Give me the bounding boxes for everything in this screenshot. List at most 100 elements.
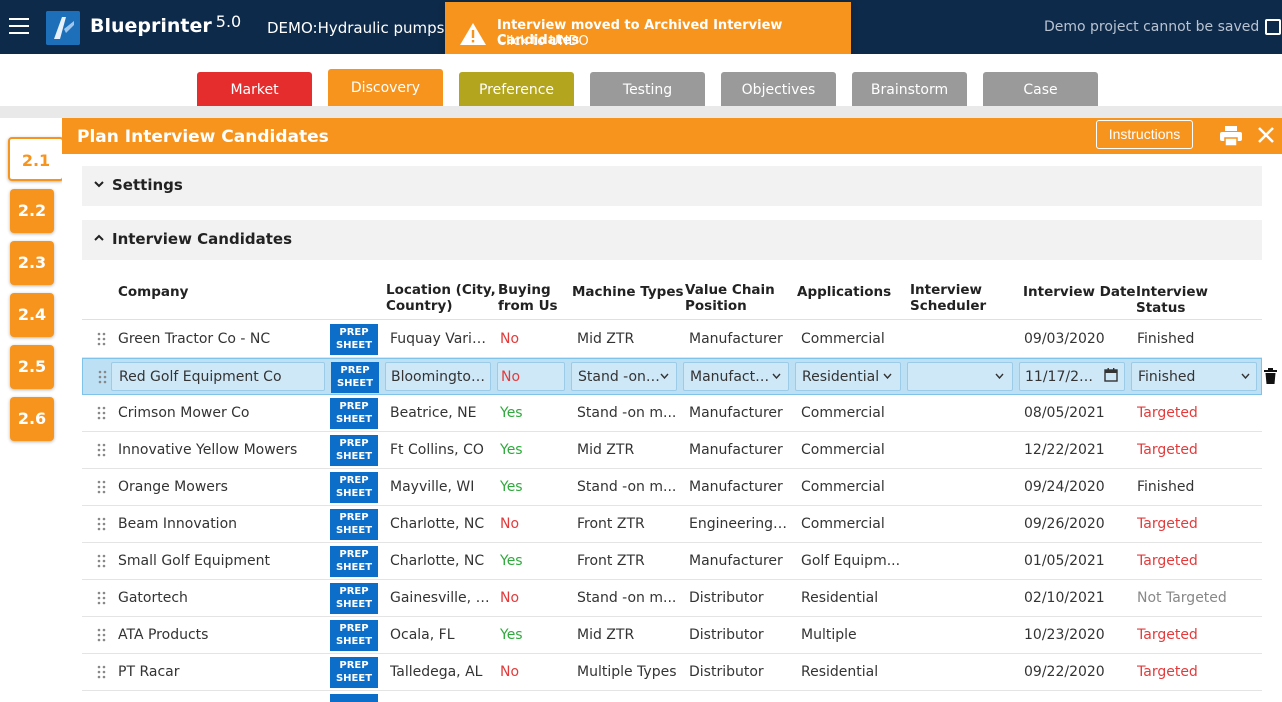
location[interactable]: Fuquay Varin... [390,331,490,347]
drag-handle-icon[interactable] [97,665,107,679]
value-chain-position[interactable]: Manufacturer [689,331,789,347]
project-name[interactable]: DEMO:Hydraulic pumps fo [267,19,464,37]
toast-undo-link[interactable]: Click to UNDO [497,34,589,49]
application[interactable]: Residential [801,590,901,606]
table-row[interactable]: Green Tractor Co - NC PREP SHEET Fuquay V… [82,321,1262,358]
application[interactable]: Residential [801,664,901,680]
value-chain-position[interactable]: Manufacturer [689,553,789,569]
value-chain-position[interactable]: Distributor [689,664,789,680]
prep-sheet-button[interactable]: PREP SHEET [330,324,378,355]
side-step-2-3[interactable]: 2.3 [10,241,54,285]
value-chain-position[interactable]: Distributor [689,627,789,643]
drag-handle-icon[interactable] [97,406,107,420]
location[interactable]: Charlotte, NC [390,553,490,569]
col-location[interactable]: Location (City, Country) [386,282,496,314]
interview-date[interactable]: 08/05/2021 [1024,405,1124,421]
application[interactable]: Golf Equipm... [801,553,901,569]
trash-icon[interactable] [1264,368,1277,384]
location[interactable]: Ocala, FL [390,627,490,643]
interview-status[interactable]: Finished [1137,331,1247,347]
machine-type[interactable]: Mid ZTR [577,331,677,347]
company-name[interactable]: Green Tractor Co - NC [118,331,323,347]
company-name[interactable]: Small Golf Equipment [118,553,323,569]
drag-handle-icon[interactable] [98,370,108,384]
prep-sheet-button[interactable]: PREP SHEET [331,362,379,393]
col-applications[interactable]: Applications [797,284,891,300]
interview-status[interactable]: Finished [1137,479,1247,495]
tab-discovery[interactable]: Discovery [328,69,443,108]
buying-from-us[interactable]: Yes [500,627,560,643]
prep-sheet-button[interactable]: PREP SHEET [330,583,378,614]
company-name[interactable]: Gatortech [118,590,323,606]
buying-from-us[interactable]: Yes [500,553,560,569]
col-scheduler[interactable]: Interview Scheduler [910,282,986,314]
drag-handle-icon[interactable] [97,591,107,605]
drag-handle-icon[interactable] [97,554,107,568]
prep-sheet-button[interactable]: PREP SHEET [330,546,378,577]
side-step-2-4[interactable]: 2.4 [10,293,54,337]
interview-date[interactable]: 09/26/2020 [1024,516,1124,532]
company-name[interactable]: Beam Innovation [118,516,323,532]
interview-status[interactable]: Targeted [1137,516,1247,532]
value-chain-position[interactable]: Distributor [689,590,789,606]
value-chain-position[interactable]: Manufacturer [689,442,789,458]
instructions-button[interactable]: Instructions [1096,120,1193,149]
location[interactable]: Gainesville, FL [390,590,490,606]
machine-type[interactable]: Front ZTR [577,553,677,569]
prep-sheet-button[interactable]: PREP SHEET [330,472,378,503]
buying-from-us[interactable]: Yes [500,479,560,495]
prep-sheet-button[interactable] [330,694,378,702]
company-name[interactable]: Orange Mowers [118,479,323,495]
tab-case[interactable]: Case [983,72,1098,108]
machine-type[interactable]: Mid ZTR [577,627,677,643]
buying-from-us[interactable]: No [500,664,560,680]
drag-handle-icon[interactable] [97,332,107,346]
table-row-partial[interactable] [82,691,1262,702]
interview-status[interactable]: Targeted [1137,405,1247,421]
interview-date[interactable]: 09/24/2020 [1024,479,1124,495]
machine-type[interactable]: Stand -on m... [577,405,677,421]
col-interview-date[interactable]: Interview Date [1023,284,1136,300]
table-row[interactable]: ATA Products PREP SHEET Ocala, FL Yes Mid… [82,617,1262,654]
company-name[interactable]: Crimson Mower Co [118,405,323,421]
table-row[interactable]: PT Racar PREP SHEET Talledega, AL No Mult… [82,654,1262,691]
table-row-selected[interactable]: Red Golf Equipment Co PREP SHEET Blooming… [82,358,1262,395]
col-interview-status[interactable]: Interview Status [1136,284,1262,316]
machine-type[interactable]: Stand -on m... [577,479,677,495]
buying-from-us[interactable]: Yes [500,405,560,421]
tab-market[interactable]: Market [197,72,312,108]
exit-icon[interactable] [1265,19,1281,35]
table-row[interactable]: Crimson Mower Co PREP SHEET Beatrice, NE … [82,395,1262,432]
table-row[interactable]: Gatortech PREP SHEET Gainesville, FL No S… [82,580,1262,617]
menu-icon[interactable] [9,18,29,34]
interview-date[interactable]: 01/05/2021 [1024,553,1124,569]
location[interactable]: Bloomington... [391,369,487,385]
buying-from-us[interactable]: Yes [500,442,560,458]
value-chain-position[interactable]: Engineering ... [689,516,789,532]
application[interactable]: Commercial [801,331,901,347]
interview-date[interactable]: 09/03/2020 [1024,331,1124,347]
drag-handle-icon[interactable] [97,517,107,531]
machine-type[interactable]: Front ZTR [577,516,677,532]
side-step-2-6[interactable]: 2.6 [10,397,54,441]
interview-date[interactable]: 12/22/2021 [1024,442,1124,458]
buying-from-us[interactable]: No [500,590,560,606]
close-icon[interactable] [1257,126,1275,144]
side-step-2-5[interactable]: 2.5 [10,345,54,389]
buying-from-us[interactable]: No [500,331,560,347]
location[interactable]: Charlotte, NC [390,516,490,532]
calendar-icon[interactable] [1104,368,1118,382]
tab-preference[interactable]: Preference [459,72,574,108]
prep-sheet-button[interactable]: PREP SHEET [330,435,378,466]
interview-date[interactable]: 09/22/2020 [1024,664,1124,680]
prep-sheet-button[interactable]: PREP SHEET [330,657,378,688]
application[interactable]: Commercial [801,405,901,421]
machine-type[interactable]: Stand -on m... [577,590,677,606]
company-name[interactable]: PT Racar [118,664,323,680]
machine-type[interactable]: Multiple Types [577,664,677,680]
application[interactable]: Commercial [801,442,901,458]
prep-sheet-button[interactable]: PREP SHEET [330,620,378,651]
tab-testing[interactable]: Testing [590,72,705,108]
col-machine-types[interactable]: Machine Types [572,284,684,300]
buying-from-us[interactable]: No [501,369,561,385]
